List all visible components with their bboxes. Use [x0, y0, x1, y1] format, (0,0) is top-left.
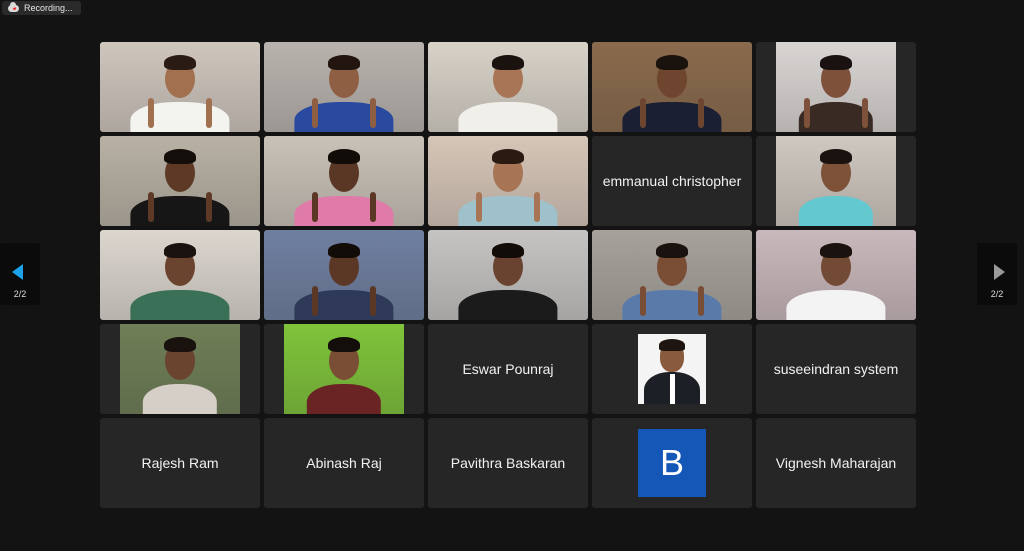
participant-video — [592, 42, 752, 132]
participant-video — [428, 230, 588, 320]
participant-tile[interactable] — [592, 324, 752, 414]
participant-tile[interactable]: Rajesh Ram — [100, 418, 260, 508]
participant-tile[interactable]: Eswar Pounraj — [428, 324, 588, 414]
cloud-recording-icon — [8, 1, 19, 12]
participant-tile[interactable] — [264, 230, 424, 320]
participant-tile[interactable] — [100, 230, 260, 320]
recording-label: Recording... — [24, 3, 73, 13]
participant-video — [756, 230, 916, 320]
participant-tile[interactable] — [756, 42, 916, 132]
participant-video — [264, 136, 424, 226]
recording-indicator[interactable]: Recording... — [2, 1, 81, 15]
participant-tile[interactable]: Vignesh Maharajan — [756, 418, 916, 508]
next-page-button[interactable]: 2/2 — [977, 243, 1017, 305]
participant-tile[interactable] — [756, 230, 916, 320]
participant-tile[interactable] — [264, 324, 424, 414]
participant-video — [284, 324, 404, 414]
participant-tile[interactable]: Pavithra Baskaran — [428, 418, 588, 508]
participant-tile[interactable] — [592, 42, 752, 132]
page-indicator-right: 2/2 — [990, 289, 1004, 299]
page-indicator-left: 2/2 — [13, 289, 27, 299]
participant-video — [264, 230, 424, 320]
participant-tile[interactable] — [428, 42, 588, 132]
participant-avatar: B — [638, 429, 706, 497]
participant-gallery: emmanual christopher Eswar Pounraj suseein… — [100, 42, 916, 508]
participant-video — [264, 42, 424, 132]
participant-name: Abinash Raj — [306, 455, 382, 471]
participant-tile[interactable]: B — [592, 418, 752, 508]
participant-name: emmanual christopher — [602, 173, 742, 189]
participant-video — [428, 42, 588, 132]
participant-tile[interactable]: Abinash Raj — [264, 418, 424, 508]
participant-profile-photo — [638, 334, 706, 404]
participant-tile[interactable]: emmanual christopher — [592, 136, 752, 226]
participant-video — [120, 324, 240, 414]
participant-tile[interactable] — [428, 136, 588, 226]
participant-video — [428, 136, 588, 226]
previous-page-button[interactable]: 2/2 — [0, 243, 40, 305]
participant-name: Vignesh Maharajan — [775, 455, 897, 471]
participant-tile[interactable] — [592, 230, 752, 320]
participant-tile[interactable] — [264, 136, 424, 226]
arrow-right-icon — [994, 264, 1005, 280]
participant-name: suseeindran system — [773, 361, 899, 377]
participant-tile[interactable] — [264, 42, 424, 132]
participant-tile[interactable]: suseeindran system — [756, 324, 916, 414]
participant-tile[interactable] — [428, 230, 588, 320]
participant-tile[interactable] — [100, 42, 260, 132]
participant-video — [100, 136, 260, 226]
participant-tile[interactable] — [100, 324, 260, 414]
participant-video — [592, 230, 752, 320]
participant-name: Eswar Pounraj — [462, 361, 554, 377]
participant-name: Pavithra Baskaran — [450, 455, 566, 471]
participant-name: Rajesh Ram — [141, 455, 219, 471]
participant-video — [776, 136, 896, 226]
participant-video — [100, 230, 260, 320]
arrow-left-icon — [12, 264, 23, 280]
participant-video — [776, 42, 896, 132]
participant-video — [100, 42, 260, 132]
participant-tile[interactable] — [100, 136, 260, 226]
participant-tile[interactable] — [756, 136, 916, 226]
